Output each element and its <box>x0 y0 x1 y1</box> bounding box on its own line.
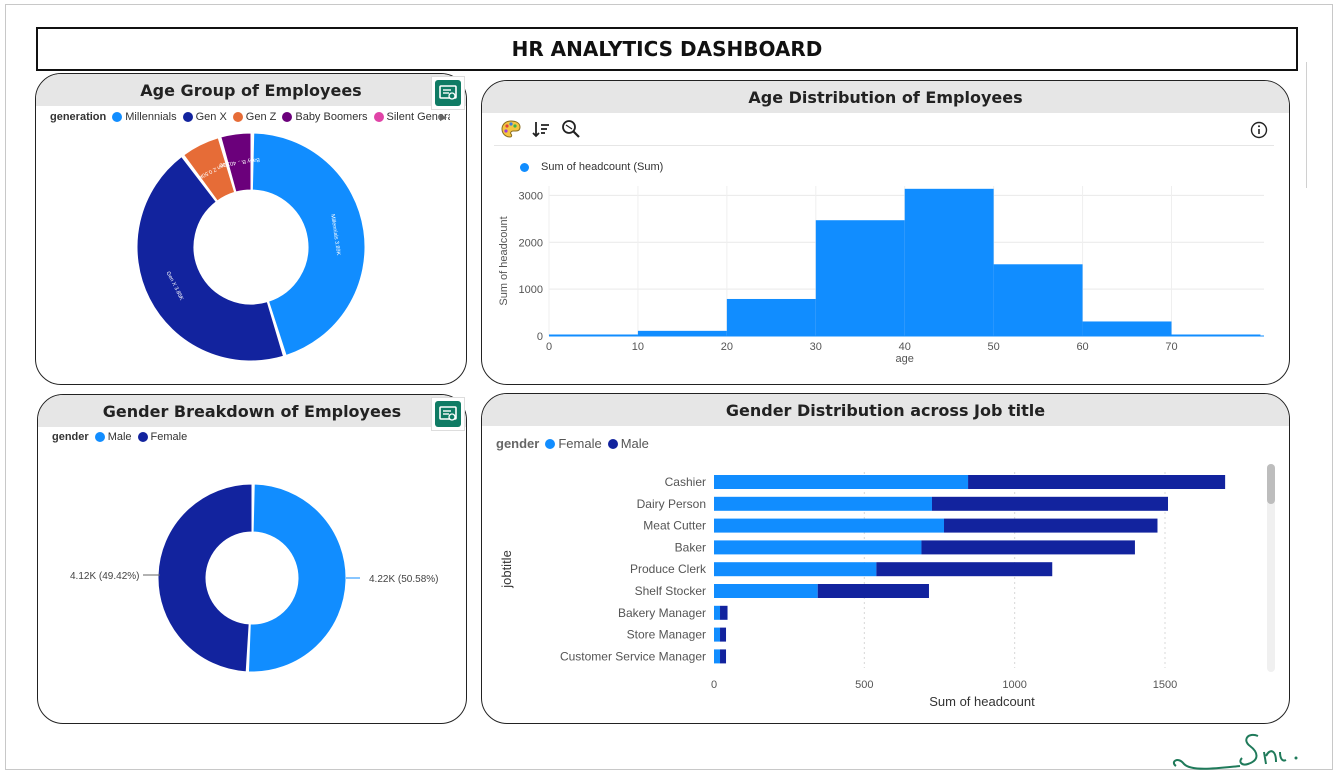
bar-female[interactable] <box>714 540 922 555</box>
export-data-icon[interactable] <box>435 80 461 106</box>
y-tick-label: 0 <box>537 331 543 343</box>
legend-dot <box>112 112 123 122</box>
x-tick-label: 0 <box>546 341 552 353</box>
y-axis-title: Sum of headcount <box>498 216 510 305</box>
y-tick-label: 2000 <box>519 237 543 249</box>
legend-dot <box>94 432 105 442</box>
histogram-bar[interactable] <box>1082 321 1172 336</box>
bar-female[interactable] <box>714 649 721 664</box>
legend-item-male[interactable]: Male <box>94 431 132 443</box>
bar-female[interactable] <box>714 627 721 642</box>
legend-item-millennials[interactable]: Millennials <box>112 111 177 123</box>
age-group-legend[interactable]: generation Millennials Gen X Gen Z Baby … <box>50 110 450 124</box>
scrollbar-track[interactable] <box>1267 464 1275 672</box>
gender-label-right: 4.22K (50.58%) <box>369 574 439 585</box>
category-label: Store Manager <box>627 628 706 642</box>
scrollbar-thumb[interactable] <box>1267 464 1275 504</box>
gender-breakdown-title: Gender Breakdown of Employees <box>38 395 466 427</box>
category-label: Bakery Manager <box>618 606 706 620</box>
legend-item-female[interactable]: Female <box>137 431 187 443</box>
x-tick-label: 50 <box>988 341 1000 353</box>
legend-dot <box>182 112 193 122</box>
donut-slice-female[interactable] <box>157 483 253 673</box>
export-button-wrap[interactable] <box>431 397 465 431</box>
legend-dot <box>373 112 384 122</box>
bar-female[interactable] <box>714 562 877 577</box>
export-data-icon[interactable] <box>435 401 461 427</box>
histogram-bar[interactable] <box>904 188 994 336</box>
divider <box>1306 62 1307 188</box>
x-tick-label: 20 <box>721 341 733 353</box>
bar-female[interactable] <box>714 605 721 620</box>
x-tick-label: 30 <box>810 341 822 353</box>
legend-item-genx[interactable]: Gen X <box>182 111 227 123</box>
bar-male[interactable] <box>944 518 1158 533</box>
legend-item-genz[interactable]: Gen Z <box>232 111 276 123</box>
bar-female[interactable] <box>714 518 945 533</box>
bar-male[interactable] <box>720 649 727 664</box>
x-axis-title: age <box>896 353 914 365</box>
x-axis-title: Sum of headcount <box>929 694 1035 709</box>
job-bar-chart[interactable]: 0 500 1000 1500 Cashier Dairy Person Meat Cutt… <box>482 394 1288 723</box>
age-histogram[interactable]: 0 1000 2000 3000 0 10 20 30 40 50 60 70 age Sum of he… <box>482 81 1288 384</box>
bar-female[interactable] <box>714 496 932 511</box>
y-tick-label: 1000 <box>519 284 543 296</box>
dashboard-title: HR ANALYTICS DASHBOARD <box>36 27 1298 71</box>
gender-label-left: 4.12K (49.42%) <box>70 571 140 582</box>
x-tick-label: 500 <box>855 679 873 691</box>
chevron-right-icon[interactable]: ▶ <box>440 110 450 124</box>
bar-male[interactable] <box>720 605 728 620</box>
age-group-title: Age Group of Employees <box>36 74 466 106</box>
signature <box>1172 734 1298 770</box>
category-label: Dairy Person <box>637 497 706 511</box>
legend-title: gender <box>52 431 89 443</box>
y-axis-title: jobtitle <box>499 550 514 589</box>
x-tick-label: 10 <box>632 341 644 353</box>
age-group-donut[interactable]: Millennials 3.89KGen X 3.85KGen Z 0.50KB… <box>36 124 466 384</box>
age-distribution-card[interactable]: Age Distribution of Employees Sum of hea… <box>481 80 1290 385</box>
category-label: Meat Cutter <box>643 519 706 533</box>
y-tick-label: 3000 <box>519 190 543 202</box>
histogram-bar[interactable] <box>815 220 905 336</box>
legend-dot <box>282 112 293 122</box>
legend-dot <box>137 432 148 442</box>
bar-female[interactable] <box>714 584 818 598</box>
job-title-card[interactable]: Gender Distribution across Job title gen… <box>481 393 1290 724</box>
legend-title: generation <box>50 111 107 123</box>
category-label: Produce Clerk <box>630 562 707 576</box>
category-label: Customer Service Manager <box>560 649 706 663</box>
histogram-bar[interactable] <box>993 264 1083 336</box>
bar-male[interactable] <box>931 496 1169 511</box>
category-label: Baker <box>675 540 706 554</box>
export-button-wrap[interactable] <box>431 76 465 110</box>
bar-male[interactable] <box>720 627 727 642</box>
bar-male[interactable] <box>876 562 1053 577</box>
x-tick-label: 40 <box>899 341 911 353</box>
x-tick-label: 1500 <box>1153 679 1177 691</box>
bar-male[interactable] <box>817 584 929 598</box>
age-group-card[interactable]: Age Group of Employees generation Millen… <box>35 73 467 385</box>
x-tick-label: 60 <box>1076 341 1088 353</box>
gender-legend[interactable]: gender Male Female <box>52 431 193 443</box>
legend-item-boomers[interactable]: Baby Boomers <box>282 111 368 123</box>
x-tick-label: 70 <box>1165 341 1177 353</box>
histogram-bar[interactable] <box>726 298 816 336</box>
gender-donut[interactable]: 4.12K (49.42%) 4.22K (50.58%) <box>38 455 466 723</box>
category-label: Shelf Stocker <box>635 584 706 598</box>
legend-item-silent[interactable]: Silent Generatio <box>373 111 450 123</box>
legend-dot <box>232 112 243 122</box>
donut-slice-male[interactable] <box>247 483 347 673</box>
bar-female[interactable] <box>714 475 969 489</box>
x-tick-label: 0 <box>711 679 717 691</box>
bar-male[interactable] <box>968 475 1226 489</box>
histogram-bar[interactable] <box>637 330 727 336</box>
x-tick-label: 1000 <box>1002 679 1026 691</box>
gender-breakdown-card[interactable]: Gender Breakdown of Employees gender Mal… <box>37 394 467 724</box>
bar-male[interactable] <box>921 540 1135 555</box>
category-label: Cashier <box>665 475 706 489</box>
